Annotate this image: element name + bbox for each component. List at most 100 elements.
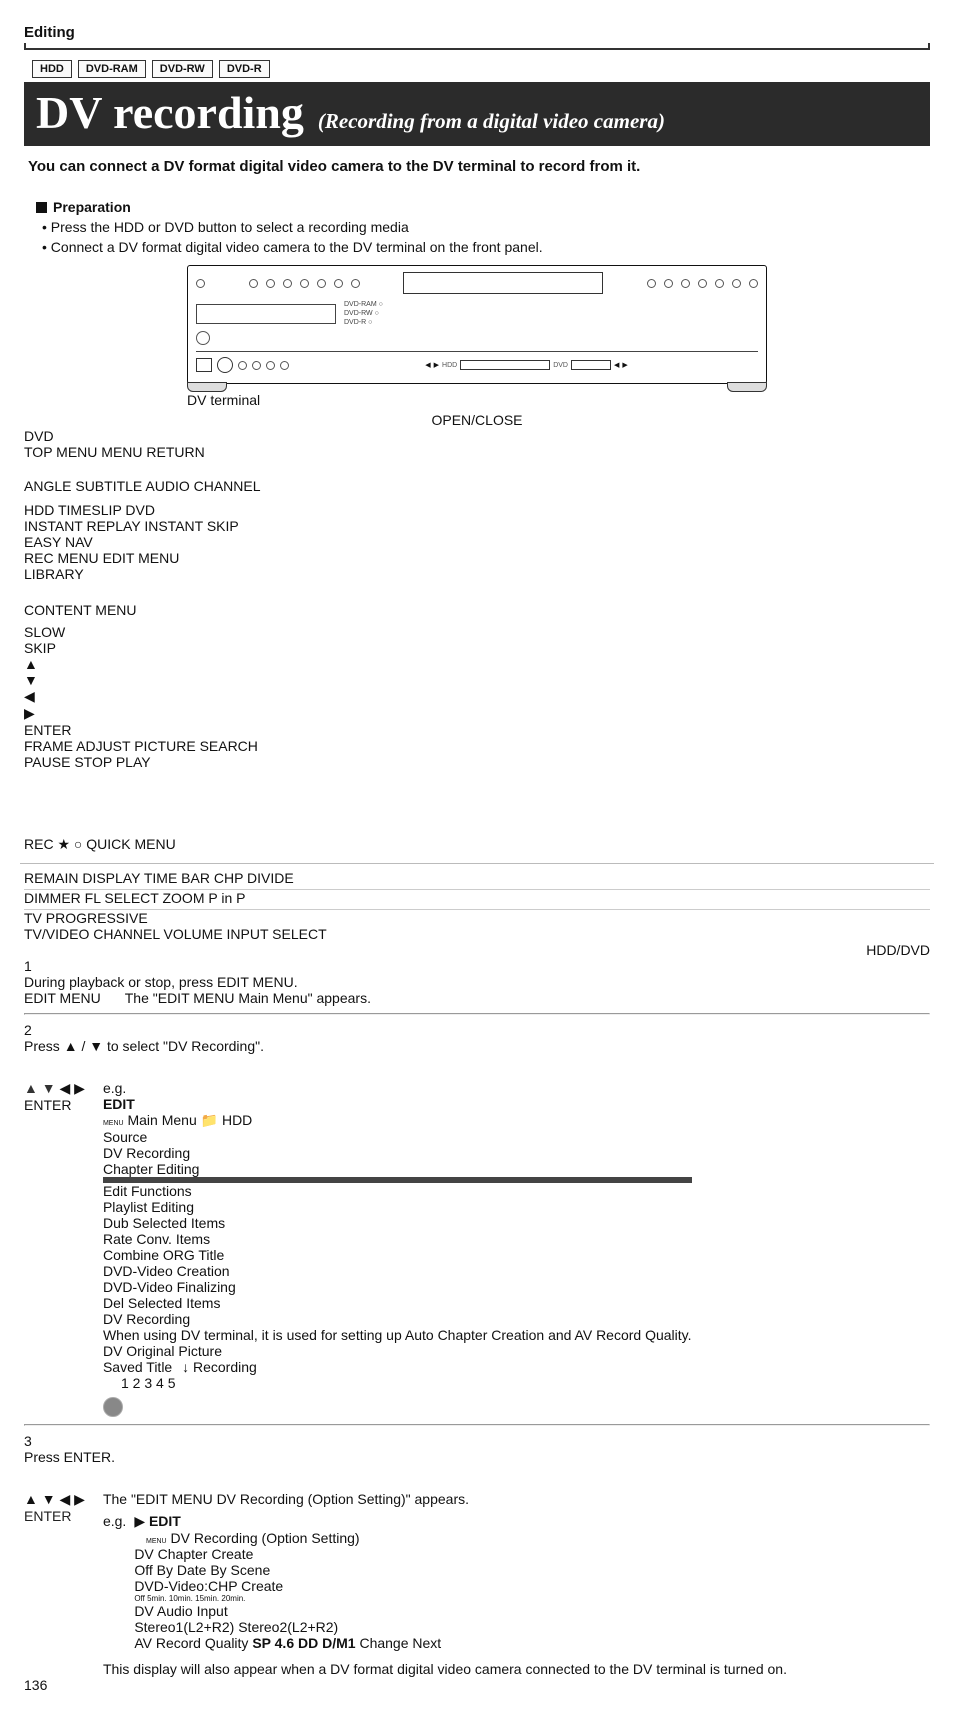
osd2-opt: 15min. (195, 1594, 219, 1603)
osd-thumb-num: 4 (156, 1375, 164, 1391)
prep-bullet-2: • Connect a DV format digital video came… (42, 239, 912, 255)
remote-label-channel: CHANNEL (194, 478, 261, 494)
remote-label-timebar: TIME BAR (144, 870, 210, 886)
remote-label-instant-skip: INSTANT SKIP (144, 518, 238, 534)
step-number-1: 1 (24, 958, 930, 974)
device-small-circle (732, 279, 741, 288)
osd2-next-button: Next (412, 1635, 441, 1651)
osd2-row2-opts: Off 5min. 10min. 15min. 20min. (134, 1594, 441, 1603)
header-underline (24, 43, 930, 50)
step2-title: Press ▲ / ▼ to select "DV Recording". (24, 1038, 930, 1054)
osd-side-item: Chapter Editing (103, 1161, 692, 1177)
remote-label-slow: SLOW (24, 624, 65, 640)
preparation-label: Preparation (53, 199, 131, 215)
device-small-circle (300, 279, 309, 288)
osd2-opt: Off (134, 1594, 145, 1603)
osd2-title-menu: MENU (146, 1538, 167, 1545)
osd-thumb-num: 1 (121, 1375, 129, 1391)
osd-thumb-num: 2 (133, 1375, 141, 1391)
osd-side-item: DVD-Video Creation (103, 1263, 692, 1279)
remote-label-picture: PICTURE (134, 738, 195, 754)
arrow-left-icon: ◀ (24, 688, 930, 705)
remote-button-pause (24, 770, 46, 792)
arrow-right-icon: ▶ (24, 705, 930, 722)
remote-label-adjust: ADJUST (76, 738, 130, 754)
osd2-title-rest: DV Recording (Option Setting) (171, 1530, 360, 1546)
remote-label-search: SEARCH (200, 738, 258, 754)
osd-title-edit: EDIT (103, 1096, 135, 1112)
step3-body-text-1: The "EDIT MENU DV Recording (Option Sett… (103, 1491, 930, 1507)
remote-label-rec-menu: REC MENU (24, 550, 99, 566)
remote-dpad: ▲ ▼ ◀ ▶ ENTER (24, 656, 930, 738)
lcd-bar-left (460, 360, 550, 370)
step2-eg-label: e.g. (103, 1080, 692, 1096)
remote-label-input-select: INPUT SELECT (227, 926, 327, 942)
enter-circle-icon: ENTER (24, 1097, 85, 1113)
led-dvdram: DVD-RAM (344, 301, 377, 308)
dv-port-icon (196, 358, 212, 372)
device-small-circle (664, 279, 673, 288)
remote-label-topmenu: TOP MENU (24, 444, 97, 460)
arrow-left-icon: ◀ (60, 1491, 71, 1507)
osd-side-item: Playlist Editing (103, 1199, 692, 1215)
osd2-opt: Off (134, 1562, 152, 1578)
enter-circle-icon: ENTER (24, 1508, 85, 1524)
osd2-opt: By Date (157, 1562, 207, 1578)
remote-label-star: ★ (57, 836, 70, 852)
osd2-row3-label: DV Audio Input (134, 1603, 441, 1619)
step3-body-text-2: This display will also appear when a DV … (103, 1661, 930, 1677)
arrow-up-icon: ▲ (64, 1038, 78, 1054)
media-badges: HDD DVD-RAM DVD-RW DVD-R (24, 60, 930, 78)
remote-label-rec: REC (24, 836, 54, 852)
arrow-right-icon: ▶ (74, 1491, 85, 1507)
osd2-avq-value: SP 4.6 DD D/M1 (252, 1635, 355, 1651)
led-dvdr: DVD-R (344, 319, 366, 326)
disc-tray-icon (196, 304, 336, 324)
arrow-down-icon: ▼ (42, 1491, 56, 1507)
remote-label-audio: AUDIO (145, 478, 189, 494)
remote-label-progressive: PROGRESSIVE (46, 910, 148, 926)
remote-label-play: PLAY (116, 754, 151, 770)
remote-label-instant-replay: INSTANT REPLAY (24, 518, 140, 534)
osd-thumb-num: 3 (144, 1375, 152, 1391)
step2-dpad-icon: ▲ ▼ ◀ ▶ ENTER (24, 1080, 85, 1113)
remote-label-stop: STOP (74, 754, 112, 770)
divider (24, 1424, 930, 1426)
osd2-opt: By Scene (210, 1562, 270, 1578)
remote-label-return: RETURN (146, 444, 204, 460)
osd2-title-edit: EDIT (149, 1513, 181, 1529)
device-small-circle (196, 279, 205, 288)
remote-label-dvd2: DVD (125, 502, 155, 518)
remote-button-edit-menu (24, 582, 44, 602)
osd2-row1-opts: Off By Date By Scene (134, 1562, 441, 1578)
step3-osd: ▶ EDIT MENU DV Recording (Option Setting… (134, 1513, 441, 1651)
lcd-hdd-label: HDD (442, 362, 457, 369)
device-small-circle (351, 279, 360, 288)
device-front-panel: DVD-RAM ○ DVD-RW ○ DVD-R ○ ◀▶ HDD (187, 265, 767, 384)
device-foot-icon (727, 382, 767, 392)
remote-label-quick-menu: QUICK MENU (86, 836, 175, 852)
step1-icon-label: EDIT MENU (24, 990, 101, 1006)
lcd-bar-right (571, 360, 611, 370)
arrow-up-icon: ▲ (24, 1491, 38, 1507)
remote-label-hdd: HDD (24, 502, 54, 518)
step3-eg-label: e.g. (103, 1513, 126, 1529)
remote-label-library: LIBRARY (24, 566, 84, 582)
prep-bullet-1-text: Press the HDD or DVD button to select a … (51, 219, 409, 235)
remote-label-angle: ANGLE (24, 478, 71, 494)
osd-side-menu: Source DV Recording Chapter Editing Edit… (103, 1129, 692, 1311)
remote-label-chp-divide: CHP DIVIDE (214, 870, 294, 886)
osd-disc-icon (103, 1397, 123, 1417)
osd-title-menu: MENU (103, 1120, 124, 1127)
panel-button-icon (266, 361, 275, 370)
arrow-up-icon: ▲ (24, 1080, 38, 1096)
remote-button-enter: ENTER (24, 722, 930, 738)
remote-label-zoom: ZOOM (162, 890, 204, 906)
osd-side-item: Dub Selected Items (103, 1215, 692, 1231)
step-number-3: 3 (24, 1433, 930, 1449)
remote-control: OPEN/CLOSE DVD TOP MENU MENU RETURN ANGL… (24, 412, 930, 942)
osd-orig-picture-label: DV Original Picture (103, 1343, 222, 1359)
osd-side-header: Source (103, 1129, 692, 1145)
device-small-circle (317, 279, 326, 288)
osd-side-item: Rate Conv. Items (103, 1231, 692, 1247)
